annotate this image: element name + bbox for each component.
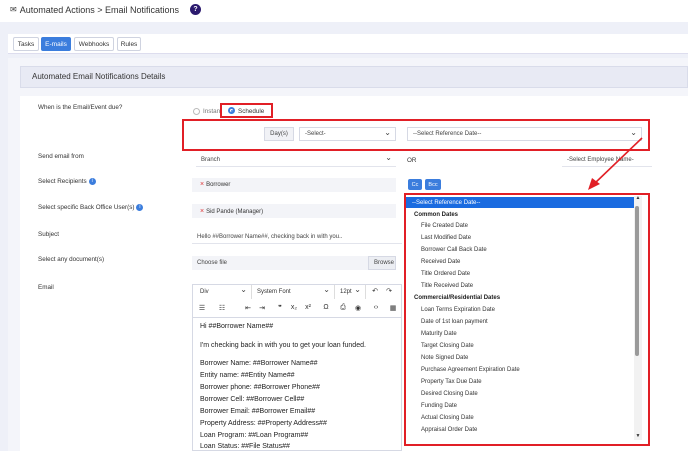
page-title: Automated Actions > Email Notifications <box>19 4 180 15</box>
due-label: When is the Email/Event due? <box>38 104 123 111</box>
instant-radio[interactable] <box>193 108 200 115</box>
editor-line: Borrower Email: ##Borrower Email## <box>200 408 316 415</box>
special-char-icon[interactable]: Ω <box>320 304 332 311</box>
select-dropdown[interactable]: -Select- <box>299 127 396 141</box>
info-icon[interactable]: i <box>136 204 144 211</box>
dropdown-option[interactable]: --Select Reference Date-- <box>406 197 634 208</box>
dropdown-group-header: Common Dates <box>414 211 459 218</box>
dropdown-option[interactable]: Note Signed Date <box>406 352 634 363</box>
schedule-radio[interactable] <box>228 107 235 114</box>
recipients-label-text: Select Recipients <box>38 178 87 186</box>
instant-label: Instan <box>203 108 221 115</box>
scroll-up-icon[interactable]: ▲ <box>632 195 644 201</box>
tab-tasks[interactable]: Tasks <box>13 37 39 51</box>
redo-icon[interactable]: ↷ <box>383 287 395 295</box>
format-select[interactable]: Div <box>196 285 252 299</box>
editor-line: Loan Program: ##Loan Program## <box>200 432 309 439</box>
print-icon[interactable]: ⎙ <box>337 304 349 312</box>
dropdown-option[interactable]: Actual Closing Date <box>406 412 634 423</box>
remove-chip-icon[interactable]: × <box>200 208 204 215</box>
info-icon[interactable]: i <box>88 178 96 185</box>
file-input[interactable]: Choose file <box>192 256 368 270</box>
recipients-label: Select Recipients i <box>38 178 96 185</box>
dropdown-group-header: Commercial/Residential Dates <box>414 294 501 301</box>
dropdown-option[interactable]: File Created Date <box>406 220 634 231</box>
recipient-chip-label: Borrower <box>206 181 231 188</box>
back-office-chip-label: Sid Pande (Manager) <box>206 208 264 215</box>
email-label: Email <box>38 284 54 291</box>
subject-label: Subject <box>38 231 60 238</box>
bullet-list-icon[interactable]: ☰ <box>196 304 208 312</box>
editor-line: Property Address: ##Property Address## <box>200 420 327 427</box>
send-from-label: Send email from <box>38 153 84 160</box>
documents-label: Select any document(s) <box>38 256 105 263</box>
dropdown-option[interactable]: Property Tax Due Date <box>406 376 634 387</box>
subscript-icon[interactable]: x₂ <box>288 304 300 311</box>
preview-icon[interactable]: ◉ <box>352 304 364 312</box>
editor-line: Borrower Name: ##Borrower Name## <box>200 360 318 367</box>
font-select[interactable]: System Font <box>253 285 335 299</box>
code-icon[interactable]: ‹› <box>370 304 382 311</box>
schedule-label: Schedule <box>238 108 265 115</box>
red-arrow-annotation <box>588 137 643 190</box>
mail-icon: ✉ <box>10 5 17 14</box>
days-button[interactable]: Day(s) <box>264 127 294 141</box>
size-select[interactable]: 12pt <box>336 285 366 299</box>
dropdown-option[interactable]: Borrower Call Back Date <box>406 244 634 255</box>
card-title: Automated Email Notifications Details <box>32 72 166 81</box>
numbered-list-icon[interactable]: ☷ <box>216 304 228 312</box>
remove-chip-icon[interactable]: × <box>200 181 204 188</box>
editor-line: I'm checking back in with you to get you… <box>200 342 366 349</box>
indent-icon[interactable]: ⇥ <box>256 304 268 312</box>
editor-line: Hi ##Borrower Name## <box>200 323 274 330</box>
editor-line: Loan Status: ##File Status## <box>200 443 290 450</box>
editor-line: Borrower phone: ##Borrower Phone## <box>200 384 320 391</box>
dropdown-option[interactable]: Title Received Date <box>406 280 634 291</box>
undo-icon[interactable]: ↶ <box>369 287 381 295</box>
or-label: OR <box>407 157 417 164</box>
scroll-down-icon[interactable]: ▼ <box>632 433 644 439</box>
dropdown-option[interactable]: Desired Closing Date <box>406 388 634 399</box>
bcc-button[interactable]: Bcc <box>425 179 441 190</box>
help-icon[interactable]: ? <box>190 4 202 15</box>
dropdown-option[interactable]: Loan Terms Expiration Date <box>406 304 634 315</box>
table-icon[interactable]: ▦ <box>387 304 399 312</box>
cc-button[interactable]: Cc <box>408 179 422 190</box>
editor-line: Borrower Cell: ##Borrower Cell## <box>200 396 305 403</box>
tab-bar: Tasks E-mails Webhooks Rules <box>8 34 688 54</box>
tab-emails[interactable]: E-mails <box>41 37 71 51</box>
outdent-icon[interactable]: ⇤ <box>242 304 254 312</box>
dropdown-option[interactable]: Received Date <box>406 256 634 267</box>
back-office-label: Select specific Back Office User(s) i <box>38 204 144 212</box>
page-title-wrap: ✉ Automated Actions > Email Notification… <box>10 4 202 15</box>
subject-input[interactable]: Hello ##Borrower Name##, checking back i… <box>192 230 402 244</box>
dropdown-option[interactable]: Target Closing Date <box>406 340 634 351</box>
dropdown-option[interactable]: Funding Date <box>406 400 634 411</box>
recipient-chip: × Borrower <box>200 181 230 188</box>
dropdown-option[interactable]: Date of 1st loan payment <box>406 316 634 327</box>
editor-line: Entity name: ##Entity Name## <box>200 372 295 379</box>
blockquote-icon[interactable]: ❞ <box>274 304 286 312</box>
send-from-select[interactable]: Branch <box>196 153 396 167</box>
dropdown-option[interactable]: Title Ordered Date <box>406 268 634 279</box>
tab-webhooks[interactable]: Webhooks <box>74 37 114 51</box>
back-office-label-text: Select specific Back Office User(s) <box>38 204 135 212</box>
tab-rules[interactable]: Rules <box>117 37 141 51</box>
superscript-icon[interactable]: x² <box>302 304 314 311</box>
dropdown-option[interactable]: Maturity Date <box>406 328 634 339</box>
dropdown-option[interactable]: Purchase Agreement Expiration Date <box>406 364 634 375</box>
dropdown-scroll-thumb[interactable] <box>635 206 639 356</box>
browse-button[interactable]: Browse <box>368 256 396 270</box>
dropdown-option[interactable]: Appraisal Order Date <box>406 424 634 435</box>
dropdown-option[interactable]: Last Modified Date <box>406 232 634 243</box>
back-office-chip: × Sid Pande (Manager) <box>200 208 263 215</box>
